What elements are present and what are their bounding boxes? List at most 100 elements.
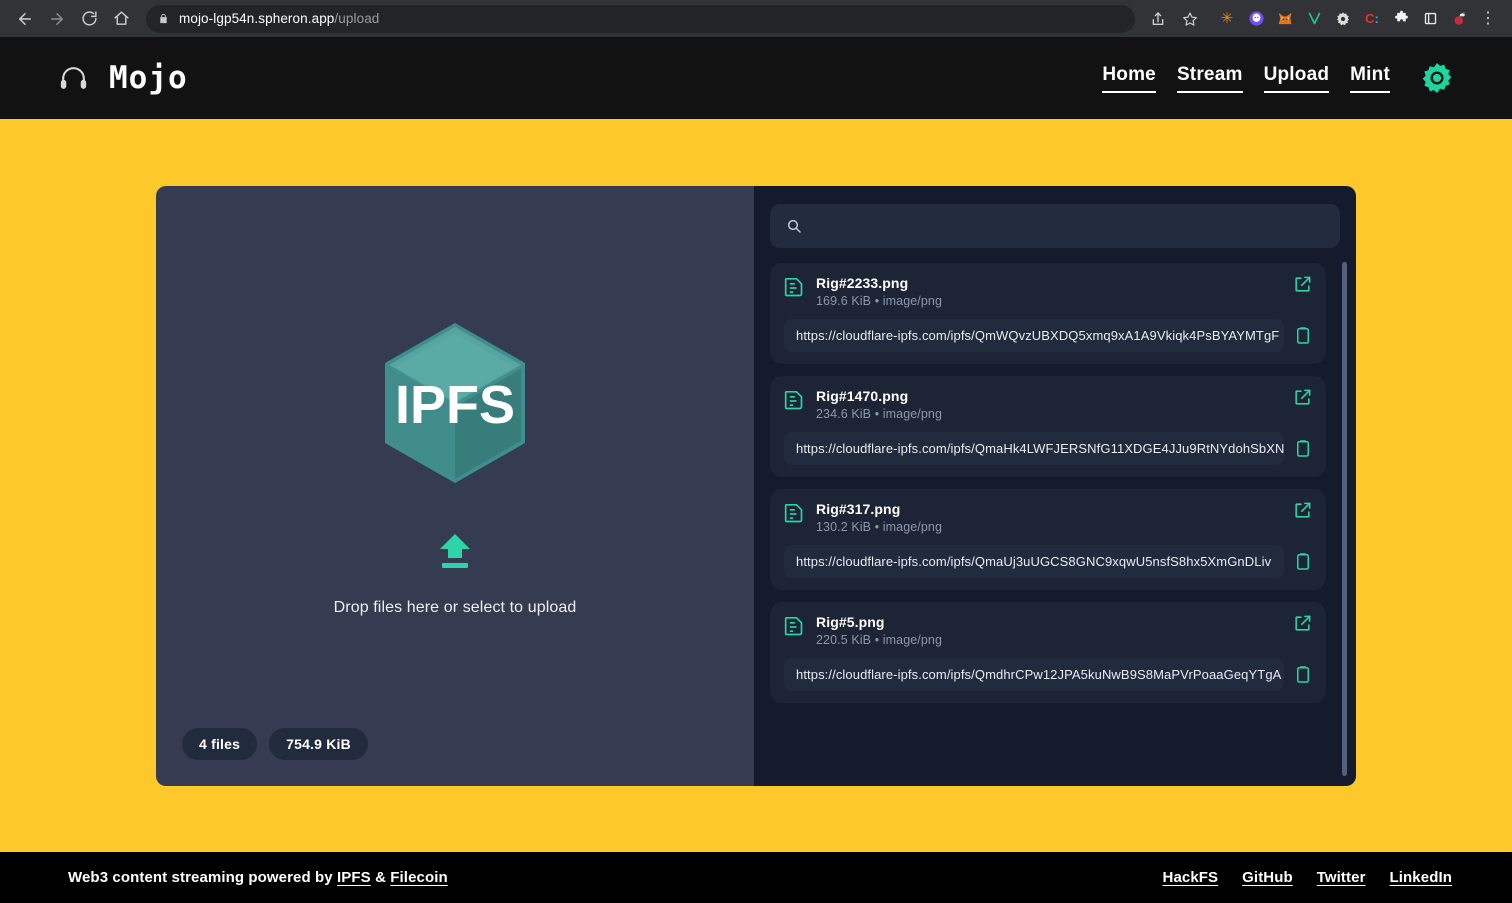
external-link-icon[interactable] bbox=[1293, 388, 1312, 407]
extension-ghost-icon[interactable] bbox=[1242, 5, 1270, 33]
browser-menu-icon[interactable]: ⋮ bbox=[1474, 5, 1502, 33]
file-size: 220.5 KiB bbox=[816, 632, 872, 647]
footer-links: HackFS GitHub Twitter LinkedIn bbox=[1163, 869, 1452, 886]
footer-link-twitter[interactable]: Twitter bbox=[1317, 869, 1366, 886]
file-separator: • bbox=[874, 406, 880, 421]
main-nav: Home Stream Upload Mint bbox=[1102, 61, 1454, 95]
clipboard-icon[interactable] bbox=[1294, 326, 1312, 345]
extension-sparkle-icon[interactable]: ✳ bbox=[1213, 5, 1241, 33]
upload-arrow-icon bbox=[438, 532, 472, 575]
clipboard-icon[interactable] bbox=[1294, 552, 1312, 571]
file-url[interactable]: https://cloudflare-ipfs.com/ipfs/QmaUj3u… bbox=[784, 544, 1284, 578]
brand[interactable]: Mojo bbox=[58, 60, 188, 96]
file-size: 234.6 KiB bbox=[816, 406, 872, 421]
bookmark-star-icon[interactable] bbox=[1175, 4, 1205, 34]
footer-link-github[interactable]: GitHub bbox=[1242, 869, 1293, 886]
search-box[interactable] bbox=[770, 203, 1340, 248]
extension-c-badge-icon[interactable]: C: bbox=[1358, 5, 1386, 33]
file-name: Rig#5.png bbox=[816, 613, 885, 630]
extension-metamask-fox-icon[interactable] bbox=[1271, 5, 1299, 33]
reload-button[interactable] bbox=[74, 4, 104, 34]
browser-toolbar: mojo-lgp54n.spheron.app/upload ✳ C: ⋮ bbox=[0, 0, 1512, 37]
document-icon bbox=[784, 503, 804, 530]
dropzone-prompt: Drop files here or select to upload bbox=[333, 598, 577, 616]
file-name: Rig#2233.png bbox=[816, 274, 909, 291]
app-header: Mojo Home Stream Upload Mint bbox=[0, 37, 1512, 119]
dropzone[interactable]: IPFS Drop files here or select to upload… bbox=[156, 185, 754, 786]
upload-panel: IPFS Drop files here or select to upload… bbox=[156, 185, 1356, 786]
file-card[interactable]: Rig#317.png 130.2 KiB • image/png https:… bbox=[770, 488, 1326, 590]
file-card-header: Rig#317.png 130.2 KiB • image/png bbox=[784, 501, 1312, 534]
forward-button[interactable] bbox=[42, 4, 72, 34]
share-icon[interactable] bbox=[1143, 4, 1173, 34]
file-separator: • bbox=[874, 519, 880, 534]
document-icon bbox=[784, 277, 804, 304]
file-type: image/png bbox=[882, 293, 943, 308]
file-subtitle: 169.6 KiB • image/png bbox=[816, 294, 1281, 308]
nav-item-upload[interactable]: Upload bbox=[1263, 64, 1330, 93]
external-link-icon[interactable] bbox=[1293, 501, 1312, 520]
file-url[interactable]: https://cloudflare-ipfs.com/ipfs/QmaHk4L… bbox=[784, 431, 1284, 465]
footer-credit: Web3 content streaming powered by IPFS &… bbox=[68, 869, 448, 886]
badge-total-size: 754.9 KiB bbox=[269, 727, 368, 760]
extensions-strip: ✳ C: ⋮ bbox=[1207, 5, 1502, 33]
file-name: Rig#1470.png bbox=[816, 387, 909, 404]
file-separator: • bbox=[874, 293, 880, 308]
lock-icon bbox=[158, 12, 169, 25]
extension-vee-icon[interactable] bbox=[1300, 5, 1328, 33]
file-url-row: https://cloudflare-ipfs.com/ipfs/QmaHk4L… bbox=[784, 431, 1312, 465]
extension-gear-icon[interactable] bbox=[1329, 5, 1357, 33]
file-type: image/png bbox=[882, 406, 943, 421]
dropzone-badges: 4 files 754.9 KiB bbox=[182, 727, 368, 760]
file-size: 169.6 KiB bbox=[816, 293, 872, 308]
file-card-header: Rig#1470.png 234.6 KiB • image/png bbox=[784, 388, 1312, 421]
file-card-header: Rig#5.png 220.5 KiB • image/png bbox=[784, 614, 1312, 647]
clipboard-icon[interactable] bbox=[1294, 439, 1312, 458]
nav-item-stream[interactable]: Stream bbox=[1176, 64, 1243, 93]
extension-sidepanel-icon[interactable] bbox=[1416, 5, 1444, 33]
file-card[interactable]: Rig#2233.png 169.6 KiB • image/png https… bbox=[770, 262, 1326, 364]
document-icon bbox=[784, 390, 804, 417]
file-meta: Rig#5.png 220.5 KiB • image/png bbox=[816, 614, 1281, 647]
nav-item-home[interactable]: Home bbox=[1102, 64, 1156, 93]
omnibox-actions bbox=[1143, 4, 1205, 34]
brand-name: Mojo bbox=[109, 60, 188, 96]
extension-puzzle-icon[interactable] bbox=[1387, 5, 1415, 33]
url-path: /upload bbox=[334, 11, 380, 26]
file-list-pane: Rig#2233.png 169.6 KiB • image/png https… bbox=[754, 185, 1356, 786]
extension-cherry-icon[interactable] bbox=[1445, 5, 1473, 33]
file-meta: Rig#317.png 130.2 KiB • image/png bbox=[816, 501, 1281, 534]
settings-sunburst-icon[interactable] bbox=[1420, 61, 1454, 95]
file-name: Rig#317.png bbox=[816, 500, 901, 517]
external-link-icon[interactable] bbox=[1293, 614, 1312, 633]
page-body: IPFS Drop files here or select to upload… bbox=[0, 119, 1512, 852]
clipboard-icon[interactable] bbox=[1294, 665, 1312, 684]
file-url[interactable]: https://cloudflare-ipfs.com/ipfs/QmdhrCP… bbox=[784, 657, 1284, 691]
footer-conjunction: & bbox=[375, 869, 386, 886]
file-card[interactable]: Rig#5.png 220.5 KiB • image/png https://… bbox=[770, 601, 1326, 703]
address-bar[interactable]: mojo-lgp54n.spheron.app/upload bbox=[146, 4, 1135, 33]
file-meta: Rig#2233.png 169.6 KiB • image/png bbox=[816, 275, 1281, 308]
file-type: image/png bbox=[882, 632, 943, 647]
file-type: image/png bbox=[882, 519, 943, 534]
file-url[interactable]: https://cloudflare-ipfs.com/ipfs/QmWQvzU… bbox=[784, 318, 1284, 352]
nav-item-mint[interactable]: Mint bbox=[1350, 64, 1390, 93]
headphones-icon bbox=[58, 63, 89, 94]
external-link-icon[interactable] bbox=[1293, 275, 1312, 294]
home-button[interactable] bbox=[106, 4, 136, 34]
file-list-scrollbar[interactable] bbox=[1342, 261, 1347, 776]
footer: Web3 content streaming powered by IPFS &… bbox=[0, 852, 1512, 903]
footer-link-linkedin[interactable]: LinkedIn bbox=[1390, 869, 1452, 886]
file-size: 130.2 KiB bbox=[816, 519, 872, 534]
scrollbar-thumb[interactable] bbox=[1342, 261, 1347, 776]
file-list: Rig#2233.png 169.6 KiB • image/png https… bbox=[770, 262, 1342, 786]
footer-link-ipfs[interactable]: IPFS bbox=[337, 869, 371, 886]
footer-link-hackfs[interactable]: HackFS bbox=[1163, 869, 1219, 886]
url-domain: mojo-lgp54n.spheron.app bbox=[179, 11, 335, 26]
url-text: mojo-lgp54n.spheron.app/upload bbox=[179, 11, 379, 26]
file-card[interactable]: Rig#1470.png 234.6 KiB • image/png https… bbox=[770, 375, 1326, 477]
search-input[interactable] bbox=[814, 217, 1324, 234]
back-button[interactable] bbox=[10, 4, 40, 34]
footer-link-filecoin[interactable]: Filecoin bbox=[390, 869, 447, 886]
file-card-header: Rig#2233.png 169.6 KiB • image/png bbox=[784, 275, 1312, 308]
